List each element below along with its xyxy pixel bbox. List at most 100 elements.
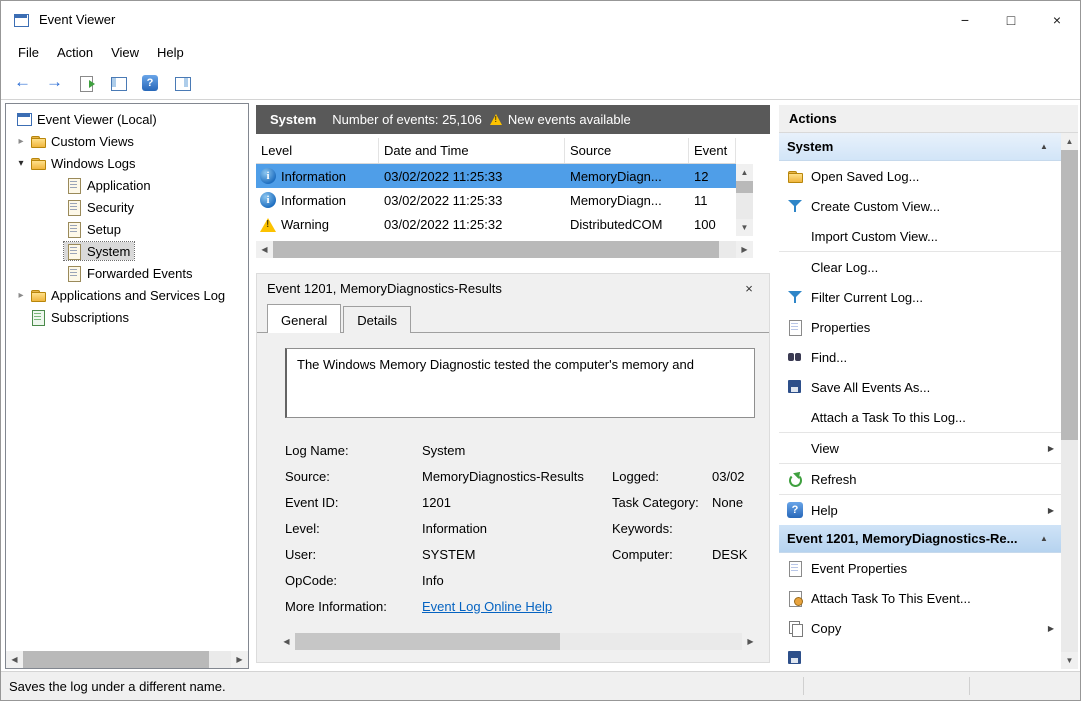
- action-item-create-custom-view[interactable]: Create Custom View...: [779, 191, 1061, 221]
- tree-item-windows-logs[interactable]: ▾Windows Logs: [6, 152, 248, 174]
- action-item-filter-current-log[interactable]: Filter Current Log...: [779, 282, 1061, 312]
- action-section-event-1201-memorydiagnostics-re[interactable]: Event 1201, MemoryDiagnostics-Re...: [779, 525, 1061, 553]
- console-tree-pane: Event Viewer (Local)▸Custom Views▾Window…: [5, 103, 249, 669]
- warning-icon: [260, 218, 276, 232]
- menu-action[interactable]: Action: [48, 41, 102, 64]
- scroll-left-icon[interactable]: [278, 633, 295, 650]
- scroll-right-icon[interactable]: [231, 651, 248, 668]
- action-item-attach-task-to-this-event[interactable]: Attach Task To This Event...: [779, 583, 1061, 613]
- collapsed-expander-icon[interactable]: ▸: [14, 290, 28, 301]
- action-item-copy[interactable]: Copy: [779, 613, 1061, 643]
- collapse-section-icon[interactable]: [1035, 142, 1053, 151]
- log-icon: [66, 199, 82, 215]
- action-section-system[interactable]: System: [779, 133, 1061, 161]
- tree-item-system[interactable]: System: [6, 240, 248, 262]
- field-value: MemoryDiagnostics-Results: [422, 469, 612, 484]
- field-label: More Information:: [285, 599, 422, 614]
- scroll-right-icon[interactable]: [736, 241, 753, 258]
- scroll-down-icon[interactable]: [1061, 652, 1078, 669]
- log-icon: [66, 177, 82, 193]
- tree-item-subscriptions[interactable]: Subscriptions: [6, 306, 248, 328]
- tree-item-label: Setup: [87, 222, 121, 237]
- menu-help[interactable]: Help: [148, 41, 193, 64]
- action-item-event-properties[interactable]: Event Properties: [779, 553, 1061, 583]
- export-button[interactable]: [73, 70, 99, 96]
- collapse-section-icon[interactable]: [1035, 534, 1053, 543]
- tab-general[interactable]: General: [267, 304, 341, 333]
- event-list-vertical-scrollbar[interactable]: [736, 164, 753, 236]
- help-button[interactable]: [137, 70, 163, 96]
- scroll-up-icon[interactable]: [736, 164, 753, 181]
- event-level-cell: Information: [256, 192, 379, 208]
- action-item-attach-a-task-to-this-log[interactable]: Attach a Task To this Log...: [779, 402, 1061, 432]
- close-details-icon[interactable]: ×: [739, 281, 759, 296]
- field-row: Log Name:System: [285, 437, 755, 463]
- actions-vertical-scrollbar[interactable]: [1061, 133, 1078, 669]
- tree-item-custom-views[interactable]: ▸Custom Views: [6, 130, 248, 152]
- event-row[interactable]: Information03/02/2022 11:25:33MemoryDiag…: [256, 164, 736, 188]
- scroll-left-icon[interactable]: [6, 651, 23, 668]
- action-item-view[interactable]: View: [779, 433, 1061, 463]
- event-log-online-help-link[interactable]: Event Log Online Help: [422, 599, 612, 614]
- action-item-properties[interactable]: Properties: [779, 312, 1061, 342]
- tree-item-application[interactable]: Application: [6, 174, 248, 196]
- event-row[interactable]: Information03/02/2022 11:25:33MemoryDiag…: [256, 188, 736, 212]
- tree-item-forwarded-events[interactable]: Forwarded Events: [6, 262, 248, 284]
- submenu-arrow-icon: [1041, 624, 1061, 633]
- event-row[interactable]: Warning03/02/2022 11:25:32DistributedCOM…: [256, 212, 736, 236]
- menu-file[interactable]: File: [9, 41, 48, 64]
- action-item-clear-log[interactable]: Clear Log...: [779, 252, 1061, 282]
- tab-details[interactable]: Details: [343, 306, 411, 333]
- event-list-horizontal-scrollbar[interactable]: [256, 241, 753, 258]
- action-item-help[interactable]: Help: [779, 495, 1061, 525]
- blank-icon: [787, 259, 803, 275]
- tree-item-setup[interactable]: Setup: [6, 218, 248, 240]
- scroll-thumb[interactable]: [273, 241, 719, 258]
- log-icon: [66, 221, 82, 237]
- info-icon: [260, 168, 276, 184]
- column-header-event[interactable]: Event: [689, 138, 736, 163]
- back-button[interactable]: [9, 70, 35, 96]
- column-header-level[interactable]: Level: [256, 138, 379, 163]
- event-description-box[interactable]: The Windows Memory Diagnostic tested the…: [285, 348, 755, 418]
- scroll-up-icon[interactable]: [1061, 133, 1078, 150]
- action-item-refresh[interactable]: Refresh: [779, 464, 1061, 494]
- scroll-down-icon[interactable]: [736, 219, 753, 236]
- funnel-icon: [787, 289, 803, 305]
- expanded-expander-icon[interactable]: ▾: [14, 158, 28, 169]
- field-value: 03/02: [712, 469, 755, 484]
- action-label: Save All Events As...: [811, 380, 1061, 395]
- event-level: Information: [281, 193, 346, 208]
- field-row: Event ID:1201Task Category:None: [285, 489, 755, 515]
- action-item-save-all-events-as[interactable]: Save All Events As...: [779, 372, 1061, 402]
- action-label: Help: [811, 503, 1033, 518]
- column-header-source[interactable]: Source: [565, 138, 689, 163]
- action-pane-button[interactable]: [169, 70, 195, 96]
- tree-horizontal-scrollbar[interactable]: [6, 651, 248, 668]
- actions-title: Actions: [779, 105, 1078, 133]
- maximize-button[interactable]: □: [988, 1, 1034, 39]
- minimize-button[interactable]: −: [942, 1, 988, 39]
- action-item-partial[interactable]: [779, 643, 1061, 669]
- scroll-right-icon[interactable]: [742, 633, 759, 650]
- forward-button[interactable]: [41, 70, 67, 96]
- details-horizontal-scrollbar[interactable]: [278, 633, 759, 650]
- scroll-thumb[interactable]: [1061, 150, 1078, 440]
- close-button[interactable]: ×: [1034, 1, 1080, 39]
- action-item-import-custom-view[interactable]: Import Custom View...: [779, 221, 1061, 251]
- tree-item-security[interactable]: Security: [6, 196, 248, 218]
- scroll-thumb[interactable]: [295, 633, 560, 650]
- field-label: User:: [285, 547, 422, 562]
- menu-view[interactable]: View: [102, 41, 148, 64]
- column-header-date-and-time[interactable]: Date and Time: [379, 138, 565, 163]
- scroll-thumb[interactable]: [23, 651, 209, 668]
- collapsed-expander-icon[interactable]: ▸: [14, 136, 28, 147]
- tree-item-applications-and-services-log[interactable]: ▸Applications and Services Log: [6, 284, 248, 306]
- console-tree-button[interactable]: [105, 70, 131, 96]
- action-item-find[interactable]: Find...: [779, 342, 1061, 372]
- field-row: Level:InformationKeywords:: [285, 515, 755, 541]
- action-item-open-saved-log[interactable]: Open Saved Log...: [779, 161, 1061, 191]
- scroll-left-icon[interactable]: [256, 241, 273, 258]
- tree-item-event-viewer-local[interactable]: Event Viewer (Local): [6, 108, 248, 130]
- scroll-thumb[interactable]: [736, 181, 753, 193]
